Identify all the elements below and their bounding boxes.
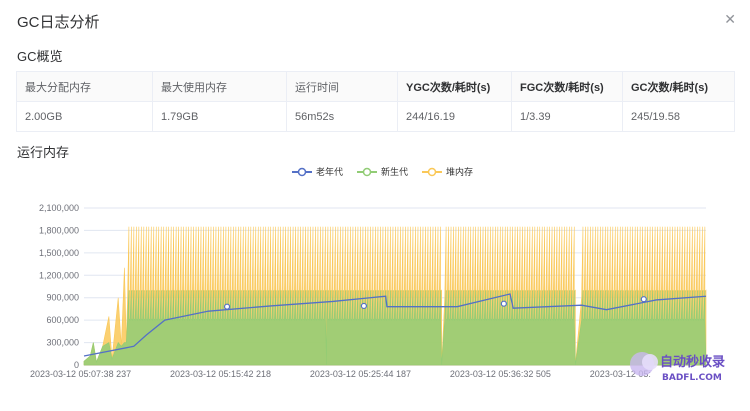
y-tick-label: 1,800,000 (39, 225, 79, 235)
header-max-alloc: 最大分配内存 (16, 71, 153, 102)
y-tick-label: 2,100,000 (39, 203, 79, 213)
value-max-alloc: 2.00GB (16, 101, 153, 132)
x-tick-label: 2023-03-12 05:15:42 218 (170, 369, 271, 379)
y-tick-label: 600,000 (46, 315, 79, 325)
gc-overview-table: 最大分配内存 最大使用内存 运行时间 YGC次数/耗时(s) FGC次数/耗时(… (16, 71, 735, 132)
x-tick-label: 2023-03-12 05:36:32 505 (450, 369, 551, 379)
dialog-title: GC日志分析 (17, 14, 100, 31)
old-gen-point (223, 303, 231, 310)
y-tick-label: 300,000 (46, 338, 79, 348)
x-tick-label: 2023-03-12 05:25:44 187 (310, 369, 411, 379)
header-max-used: 最大使用内存 (152, 71, 287, 102)
old-gen-point (360, 302, 367, 310)
header-fgc: FGC次数/耗时(s) (511, 71, 623, 102)
legend-heap-label: 堆内存 (446, 167, 474, 177)
watermark-text-main: 自动秒收录 (660, 354, 725, 370)
header-ygc: YGC次数/耗时(s) (397, 71, 512, 102)
overview-heading: GC概览 (17, 49, 63, 64)
x-tick-label: 2023-03-12 05:07:38 237 (30, 369, 131, 379)
close-icon[interactable]: ✕ (724, 11, 736, 28)
header-runtime: 运行时间 (286, 71, 398, 102)
value-runtime: 56m52s (286, 101, 398, 132)
legend-old-gen-label: 老年代 (316, 167, 344, 177)
old-gen-point (640, 296, 647, 303)
runtime-heading: 运行内存 (17, 145, 70, 160)
value-max-used: 1.79GB (152, 101, 287, 132)
y-tick-label: 1,200,000 (39, 270, 79, 280)
chart-legend: 老年代 新生代 堆内存 (292, 165, 473, 178)
value-ygc: 244/16.19 (397, 101, 512, 132)
table-row: 2.00GB 1.79GB 56m52s 244/16.19 1/3.39 24… (16, 101, 735, 132)
old-gen-point (500, 300, 507, 307)
gc-log-dialog: GC日志分析 ✕ GC概览 最大分配内存 最大使用内存 运行时间 YGC次数/耗… (0, 0, 750, 411)
y-tick-label: 1,500,000 (39, 248, 79, 258)
legend-old-gen[interactable]: 老年代 (292, 165, 343, 178)
legend-heap[interactable]: 堆内存 (422, 165, 473, 178)
value-fgc: 1/3.39 (511, 101, 623, 132)
table-header-row: 最大分配内存 最大使用内存 运行时间 YGC次数/耗时(s) FGC次数/耗时(… (16, 71, 735, 102)
y-tick-label: 900,000 (46, 293, 79, 303)
value-gc: 245/19.58 (622, 101, 735, 132)
legend-young-gen[interactable]: 新生代 (357, 165, 408, 178)
watermark-text-sub: BADFL.COM (662, 373, 722, 383)
header-gc: GC次数/耗时(s) (622, 71, 735, 102)
watermark: 自动秒收录 BADFL.COM (628, 342, 743, 386)
legend-young-gen-label: 新生代 (381, 167, 409, 177)
